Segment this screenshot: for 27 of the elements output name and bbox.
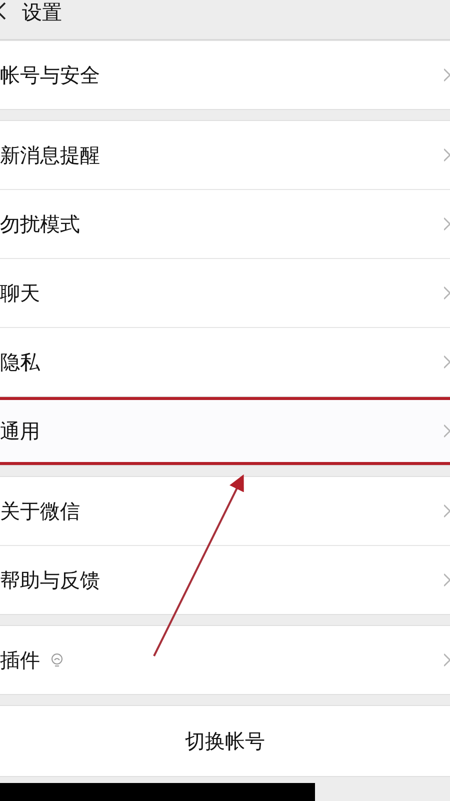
settings-item[interactable]: 插件 [0, 626, 450, 694]
chevron-icon [444, 148, 450, 162]
item-label: 关于微信 [0, 498, 80, 524]
item-label: 插件 [0, 646, 40, 674]
settings-item[interactable]: 关于微信 [0, 477, 450, 546]
item-label: 聊天 [0, 280, 40, 306]
chevron-icon [444, 68, 450, 82]
settings-item[interactable]: 聊天 [0, 259, 450, 328]
screen-title: 设置 [22, 0, 62, 24]
settings-item[interactable]: 帐号与安全 [0, 41, 450, 109]
item-label: 隐私 [0, 348, 40, 376]
settings-item[interactable]: 通用 [0, 397, 450, 465]
chevron-icon [444, 653, 450, 667]
settings-item[interactable]: 新消息提醒 [0, 121, 450, 190]
chevron-icon [444, 355, 450, 369]
chevron-icon [444, 573, 450, 587]
chevron-icon [444, 504, 450, 518]
settings-item[interactable]: 勿扰模式 [0, 190, 450, 259]
chevron-icon [444, 424, 450, 438]
chevron-icon [444, 217, 450, 231]
chevron-icon [444, 286, 450, 300]
item-label: 新消息提醒 [0, 142, 100, 168]
settings-item[interactable]: 帮助与反馈 [0, 546, 450, 614]
item-label: 帐号与安全 [0, 62, 100, 88]
item-label: 勿扰模式 [0, 210, 80, 238]
item-label: 帮助与反馈 [0, 566, 100, 594]
item-label: 通用 [0, 418, 40, 444]
